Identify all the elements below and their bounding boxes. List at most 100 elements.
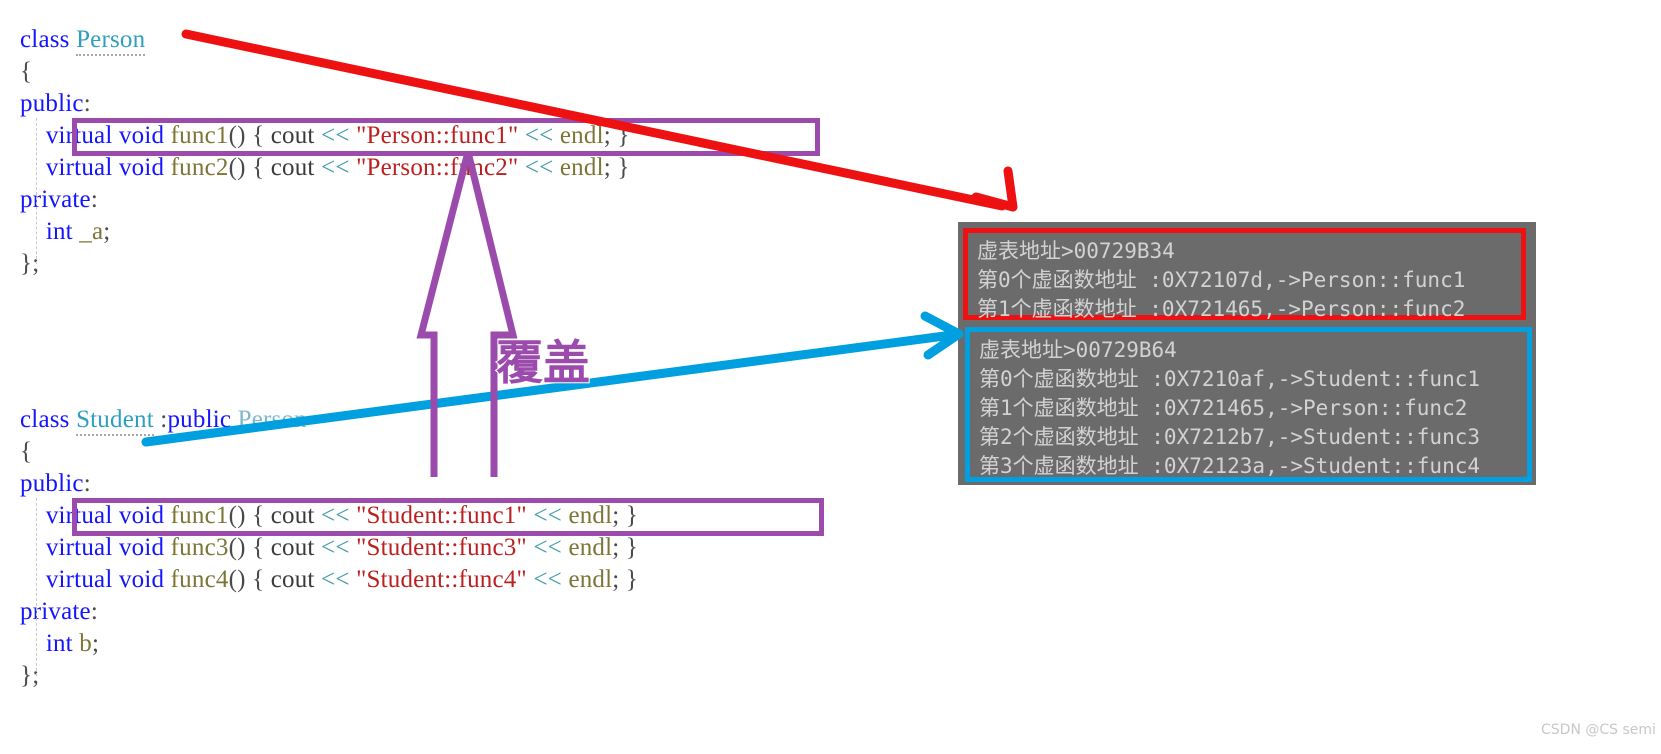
code-token: Student — [76, 406, 154, 436]
vtable-entry-line: 第0个虚函数地址 :0X7210af,->Student::func1 — [979, 367, 1481, 391]
code-token: func3 — [170, 534, 229, 561]
code-token: void — [118, 154, 165, 181]
code-token: () — [228, 122, 246, 149]
code-token: "Person::func2" — [356, 154, 519, 181]
code-line: public: — [20, 88, 630, 120]
code-token: public — [20, 90, 84, 117]
code-line: virtual void func3() { cout << "Student:… — [20, 532, 638, 564]
code-token: { — [245, 534, 271, 561]
override-annotation-label: 覆盖 — [495, 335, 591, 392]
code-token: _a — [79, 218, 104, 245]
code-token: void — [118, 534, 165, 561]
code-line: { — [20, 56, 630, 88]
person-vtable-text: 虚表地址>00729B34 第0个虚函数地址 :0X72107d,->Person… — [968, 233, 1521, 328]
code-token: void — [118, 122, 165, 149]
code-token: void — [118, 502, 165, 529]
code-token: public — [167, 406, 232, 433]
code-token: ; — [103, 218, 111, 245]
code-token: () — [228, 502, 246, 529]
code-token: cout — [270, 122, 315, 149]
code-token: cout — [270, 502, 315, 529]
code-line: private: — [20, 184, 630, 216]
code-token: virtual — [45, 534, 113, 561]
code-token: endl — [559, 154, 604, 181]
code-token: "Student::func3" — [356, 534, 527, 561]
vtable-entry-line: 虚表地址>00729B64 — [979, 338, 1177, 362]
code-token: Person — [76, 26, 146, 56]
code-token: : — [90, 186, 98, 213]
code-line: class Person — [20, 24, 630, 56]
code-token: : — [83, 90, 91, 117]
code-line: int _a; — [20, 216, 630, 248]
code-token: : — [90, 598, 98, 625]
code-token: << — [524, 154, 554, 181]
code-token: virtual — [45, 122, 113, 149]
code-line: public: — [20, 468, 638, 500]
code-token: Person — [237, 406, 307, 433]
code-token: { — [20, 58, 33, 85]
code-line: private: — [20, 596, 638, 628]
code-token: int — [45, 630, 73, 657]
code-token: : — [83, 470, 91, 497]
code-token: << — [321, 566, 350, 593]
code-line: int b; — [20, 628, 638, 660]
code-token: ; } — [612, 566, 639, 593]
code-token: << — [524, 122, 554, 149]
code-token: func2 — [170, 154, 229, 181]
code-token: endl — [559, 122, 604, 149]
code-line: virtual void func1() { cout << "Student:… — [20, 500, 638, 532]
code-token: { — [245, 154, 271, 181]
code-line: }; — [20, 248, 630, 280]
code-line: class Student :public Person — [20, 404, 638, 436]
code-token: func1 — [170, 502, 229, 529]
code-token: virtual — [45, 154, 113, 181]
code-token: void — [118, 566, 165, 593]
student-vtable-text: 虚表地址>00729B64 第0个虚函数地址 :0X7210af,->Studen… — [970, 332, 1527, 485]
code-token: ; — [91, 630, 100, 657]
watermark: CSDN @CS semi — [1541, 722, 1656, 738]
code-token: { — [245, 566, 271, 593]
code-token: "Student::func4" — [356, 566, 527, 593]
code-token: << — [321, 154, 350, 181]
code-token: () — [228, 566, 246, 593]
code-token: ; } — [612, 534, 639, 561]
code-token: ; } — [603, 154, 630, 181]
code-token: endl — [568, 534, 613, 561]
code-token: endl — [568, 566, 613, 593]
code-token: private — [20, 598, 91, 625]
vtable-entry-line: 第1个虚函数地址 :0X721465,->Person::func2 — [977, 297, 1466, 321]
code-token: : — [153, 406, 168, 433]
indent-guide — [36, 498, 37, 676]
code-line: virtual void func4() { cout << "Student:… — [20, 564, 638, 596]
code-token: class — [20, 406, 70, 433]
code-token: endl — [568, 502, 613, 529]
code-token: private — [20, 186, 91, 213]
code-token: ; } — [612, 502, 639, 529]
diagram-canvas: class Person{public: virtual void func1(… — [0, 0, 1661, 754]
code-token: << — [533, 502, 562, 529]
code-token: virtual — [45, 502, 113, 529]
code-token: int — [45, 218, 73, 245]
code-line: virtual void func1() { cout << "Person::… — [20, 120, 630, 152]
code-token: << — [321, 122, 350, 149]
code-token: () — [228, 154, 246, 181]
code-token: cout — [270, 534, 315, 561]
code-token: "Person::func1" — [356, 122, 519, 149]
vtable-entry-line: 第2个虚函数地址 :0X7212b7,->Student::func3 — [979, 425, 1481, 449]
person-vtable-box: 虚表地址>00729B34 第0个虚函数地址 :0X72107d,->Person… — [963, 228, 1526, 321]
code-token: "Student::func1" — [356, 502, 527, 529]
person-class-code: class Person{public: virtual void func1(… — [20, 24, 630, 280]
vtable-entry-line: 第1个虚函数地址 :0X721465,->Person::func2 — [979, 396, 1468, 420]
code-token: { — [245, 122, 271, 149]
code-token: public — [20, 470, 84, 497]
code-token: cout — [270, 566, 315, 593]
vtable-entry-line: 第0个虚函数地址 :0X72107d,->Person::func1 — [977, 268, 1466, 292]
vtable-entry-line: 第3个虚函数地址 :0X72123a,->Student::func4 — [979, 454, 1481, 478]
code-token: { — [20, 438, 33, 465]
code-token: class — [20, 26, 70, 53]
code-token: () — [228, 534, 246, 561]
code-token: << — [321, 502, 350, 529]
code-token: << — [533, 566, 562, 593]
code-token: << — [533, 534, 562, 561]
code-token: { — [245, 502, 271, 529]
